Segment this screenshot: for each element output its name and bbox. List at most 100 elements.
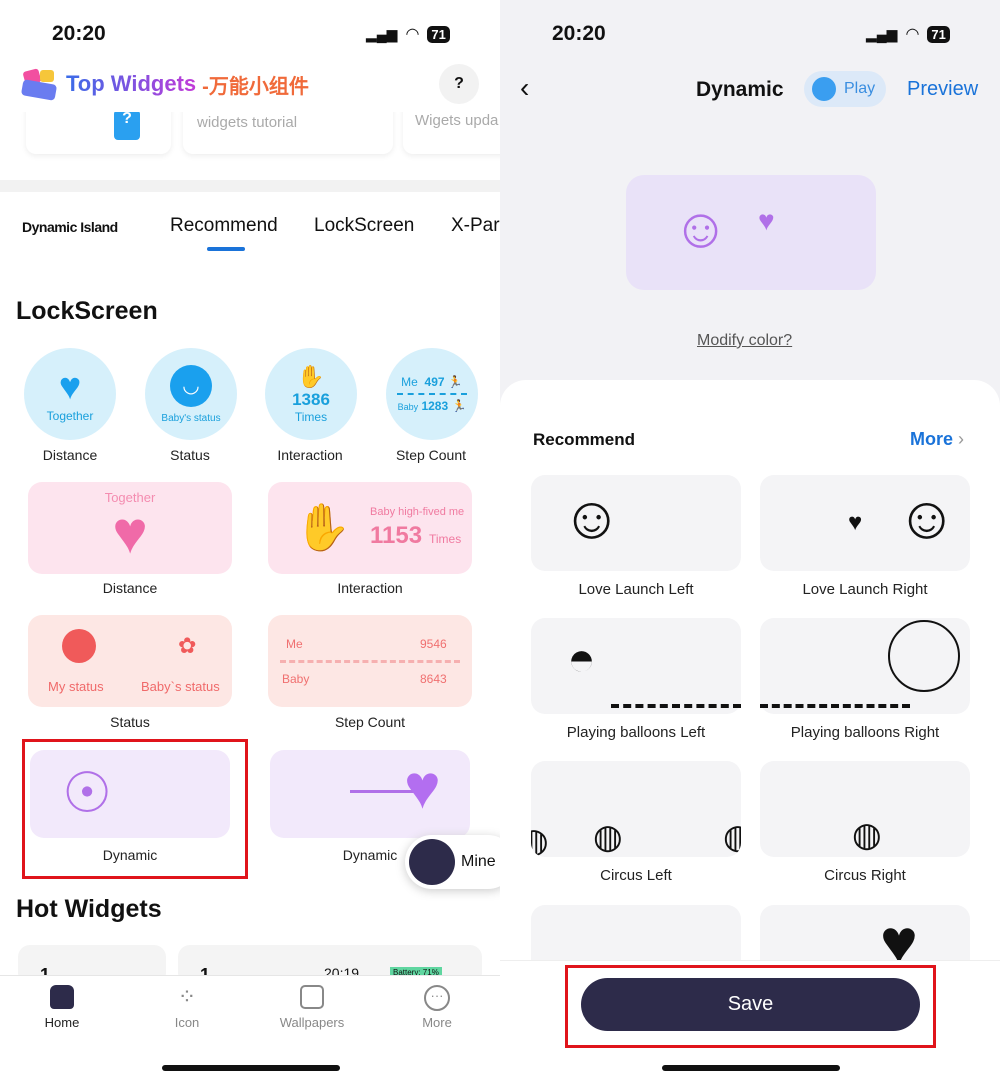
widget-label: Dynamic (102, 847, 158, 863)
chevron-right-icon: › (958, 429, 965, 449)
nav-home[interactable]: Home (22, 985, 102, 1030)
item-card[interactable] (760, 618, 970, 714)
balloon-icon (888, 620, 960, 692)
face-icon (62, 629, 96, 663)
me-row: Me 497 🏃 (401, 375, 463, 389)
battery-indicator: 71 (927, 25, 950, 43)
home-indicator (162, 1065, 340, 1071)
tab-x-panel[interactable]: X-Par (451, 215, 500, 237)
nav-icon[interactable]: ⁘ Icon (147, 984, 227, 1031)
item-card[interactable]: ♥ ☺ (760, 475, 970, 571)
signal-icon: ▂▄▆ (366, 25, 398, 42)
status-time: 20:20 (552, 22, 606, 45)
section-title-lockscreen: LockScreen (16, 297, 158, 325)
widget-label: Interaction (337, 580, 403, 596)
grid-icon: ⁘ (177, 984, 197, 1009)
item-label: Love Launch Left (578, 581, 694, 598)
page-title: Dynamic (696, 78, 784, 101)
widget-inner-text: Baby's status (161, 412, 221, 424)
widget-label: Step Count (334, 714, 406, 730)
item-card[interactable]: ☺ (531, 475, 741, 571)
app-logo-icon (21, 68, 57, 101)
widget-inner-number: 1386 (292, 390, 330, 409)
more-icon: ··· (424, 985, 450, 1011)
banner-updates[interactable]: Wigets upda (403, 112, 500, 154)
wifi-icon: ◠ (905, 26, 920, 43)
face-icon: ◡ (170, 364, 212, 407)
banner-card[interactable]: ? (26, 112, 171, 154)
help-button[interactable]: ? (439, 64, 479, 104)
widget-inner-number: 1153 (370, 522, 423, 549)
widget-label: Status (170, 447, 210, 463)
banner-strip: ? widgets tutorial Wigets upda (0, 112, 500, 180)
widget-inner-text: Baby high-fived me (370, 506, 465, 518)
widget-label: Status (110, 714, 150, 730)
widget-status-rect[interactable]: ✿ My status Baby`s status (28, 615, 232, 707)
item-label: Love Launch Right (802, 581, 928, 598)
me-value: 9546 (420, 637, 447, 651)
play-icon (812, 77, 836, 101)
widget-status-circle[interactable]: ◡ Baby's status (145, 348, 237, 440)
signal-icon: ▂▄▆ (866, 25, 898, 42)
stick-figure-icon: ☺ (672, 196, 730, 259)
mine-button[interactable]: Mine (405, 835, 500, 889)
widget-inner-text: Times (294, 410, 328, 424)
more-link[interactable]: More › (910, 429, 964, 450)
widget-distance-rect[interactable]: Together ♥ (28, 482, 232, 574)
active-tab-indicator (207, 247, 245, 251)
item-label: Playing balloons Right (790, 724, 940, 741)
widget-stepcount-rect[interactable]: Me 9546 Baby 8643 (268, 615, 472, 707)
ball-icon: ◍ (593, 818, 623, 856)
widget-interaction-circle[interactable]: ✋ 1386 Times (265, 348, 357, 440)
tab-lockscreen[interactable]: LockScreen (314, 215, 414, 237)
widget-inner-text: Baby`s status (141, 679, 220, 694)
app-header: Top Widgets -万能小组件 (20, 66, 309, 102)
nav-wallpapers[interactable]: Wallpapers (272, 985, 352, 1030)
widget-preview: ☺ ♥ (626, 175, 876, 290)
widget-inner-text: My status (48, 679, 104, 694)
heart-icon: ♥ (848, 509, 863, 536)
widget-stepcount-circle[interactable]: Me 497 🏃 Baby 1283 🏃 (386, 348, 478, 440)
widget-distance-circle[interactable]: ♥ Together (24, 348, 116, 440)
app-title-cn: -万能小组件 (202, 75, 309, 98)
battery-indicator: 71 (427, 25, 450, 43)
banner-text: widgets tutorial (197, 114, 298, 131)
widget-interaction-rect[interactable]: ✋ Baby high-fived me 1153 Times (268, 482, 472, 574)
ball-icon: ◍ (852, 816, 882, 854)
app-title: Top Widgets (66, 71, 197, 96)
item-card[interactable]: ◍ (760, 761, 970, 857)
preview-button[interactable]: Preview (907, 78, 978, 101)
status-icons: ▂▄▆ ◠ 71 (366, 24, 450, 44)
home-indicator (662, 1065, 840, 1071)
widget-label: Distance (102, 580, 158, 596)
string-line (760, 704, 910, 708)
banner-tutorial[interactable]: widgets tutorial (183, 112, 393, 154)
ball-icon: ◍ (531, 822, 549, 857)
home-icon (50, 985, 74, 1009)
item-card[interactable]: ◓ (531, 618, 741, 714)
tab-dynamic-island[interactable]: Dynamic Island (22, 219, 118, 235)
modify-color-link[interactable]: Modify color? (697, 332, 792, 350)
back-button[interactable]: ‹ (520, 74, 529, 102)
highlight-box (565, 965, 936, 1048)
item-label: Playing balloons Left (566, 724, 706, 741)
item-label: Circus Right (824, 867, 906, 884)
stick-figure-icon: ☺ (561, 484, 623, 551)
string-line (611, 704, 741, 708)
mine-label: Mine (461, 853, 496, 870)
tab-recommend[interactable]: Recommend (170, 215, 278, 237)
heart-icon: ♥ (758, 205, 775, 236)
item-card[interactable]: ◍ ◍ ◍ (531, 761, 741, 857)
right-screen: 20:20 ▂▄▆ ◠ 71 ‹ Dynamic Play Preview ☺ … (500, 0, 1000, 1082)
nav-more[interactable]: ··· More (397, 985, 477, 1030)
hand-icon: ✋ (294, 501, 352, 553)
heart-icon: ♥ (112, 499, 148, 566)
stick-figure-icon: ☺ (896, 484, 958, 551)
bunny-icon: ◓ (567, 633, 596, 686)
image-icon (300, 985, 324, 1009)
play-button[interactable]: Play (804, 71, 886, 107)
help-chat-icon: ? (114, 112, 140, 140)
widget-label: Distance (42, 447, 98, 463)
widget-dynamic-heart[interactable]: ♥ (270, 750, 470, 838)
left-screen: 20:20 ▂▄▆ ◠ 71 Top Widgets -万能小组件 ? ? wi… (0, 0, 500, 1082)
